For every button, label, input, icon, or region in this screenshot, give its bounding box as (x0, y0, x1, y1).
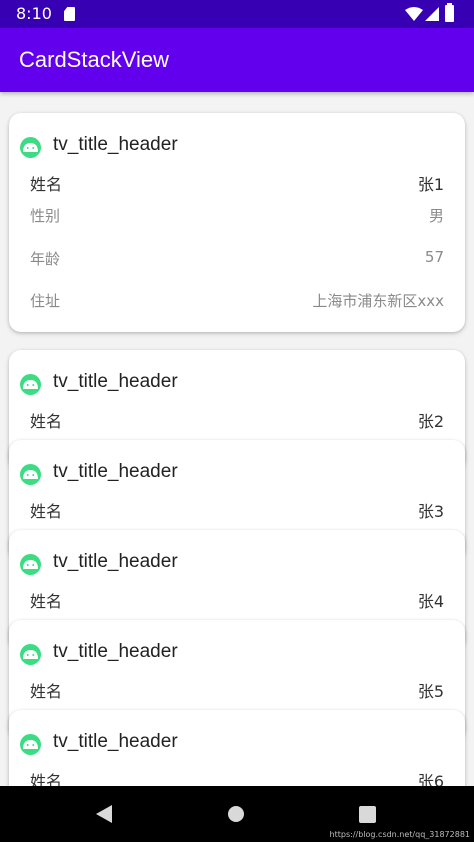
name-row: 姓名 张3 (30, 498, 444, 522)
name-value: 张5 (417, 682, 444, 701)
address-row: 住址 上海市浦东新区xxx (30, 290, 444, 314)
name-row: 姓名 张2 (30, 408, 444, 432)
back-icon[interactable] (96, 805, 112, 823)
card-header: tv_title_header (20, 641, 450, 666)
card-title: tv_title_header (53, 731, 178, 752)
age-row: 年龄 57 (30, 248, 444, 272)
recents-icon[interactable] (359, 806, 376, 823)
card-header: tv_title_header (20, 134, 450, 159)
navigation-bar: https://blog.csdn.net/qq_31872881 (0, 786, 474, 842)
gender-row: 性别 男 (30, 205, 444, 229)
card-title: tv_title_header (53, 134, 178, 155)
card-header: tv_title_header (20, 461, 450, 486)
signal-icon (425, 7, 439, 21)
card-1[interactable]: tv_title_header 姓名 张1 性别 男 年龄 57 住址 上海市浦… (9, 113, 465, 332)
name-row: 姓名 张1 (30, 171, 444, 195)
age-label: 年龄 (30, 250, 61, 268)
name-label: 姓名 (30, 502, 63, 521)
status-bar: 8:10 (0, 0, 474, 28)
name-value: 张2 (417, 412, 444, 431)
name-row: 姓名 张4 (30, 588, 444, 612)
sim-card-icon (64, 7, 75, 21)
name-value: 张3 (417, 502, 444, 521)
android-icon (20, 374, 41, 395)
name-row: 姓名 张5 (30, 678, 444, 702)
android-icon (20, 644, 41, 665)
android-icon (20, 734, 41, 755)
name-label: 姓名 (30, 592, 63, 611)
address-label: 住址 (30, 292, 61, 310)
address-value: 上海市浦东新区xxx (312, 292, 444, 310)
card-title: tv_title_header (53, 461, 178, 482)
name-label: 姓名 (30, 175, 63, 194)
watermark: https://blog.csdn.net/qq_31872881 (329, 830, 470, 839)
name-label: 姓名 (30, 682, 63, 701)
gender-value: 男 (428, 207, 444, 225)
card-title: tv_title_header (53, 641, 178, 662)
card-title: tv_title_header (53, 551, 178, 572)
name-value: 张4 (417, 592, 444, 611)
wifi-icon (405, 7, 423, 21)
card-header: tv_title_header (20, 551, 450, 576)
status-time: 8:10 (16, 4, 52, 23)
card-title: tv_title_header (53, 371, 178, 392)
android-icon (20, 464, 41, 485)
home-icon[interactable] (228, 806, 244, 822)
name-label: 姓名 (30, 412, 63, 431)
age-value: 57 (424, 248, 444, 266)
battery-icon (445, 3, 454, 22)
gender-label: 性别 (30, 207, 61, 225)
android-icon (20, 137, 41, 158)
android-icon (20, 554, 41, 575)
card-header: tv_title_header (20, 371, 450, 396)
app-bar: CardStackView (0, 28, 474, 92)
card-header: tv_title_header (20, 731, 450, 756)
app-title: CardStackView (19, 47, 169, 72)
screen: 8:10 CardStackView tv_title_header 姓名 张1… (0, 0, 474, 842)
name-value: 张1 (417, 175, 444, 194)
